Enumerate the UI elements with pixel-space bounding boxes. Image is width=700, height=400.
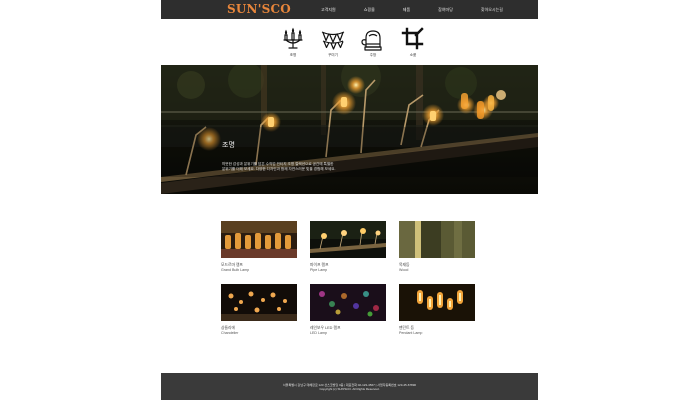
site-logo[interactable]: SUN'SCO [227, 2, 291, 16]
product-card[interactable]: 레인보우 LED 램프 LED Lamp [310, 284, 386, 335]
nav-item-shop[interactable]: 쇼핑몰 [364, 7, 375, 13]
crop-icon [401, 27, 424, 50]
nav-item-support[interactable]: 고객지원 [321, 7, 336, 13]
site-canvas: SUN'SCO 고객지원 쇼핑몰 제품 참여마당 찾아오시는길 조명 꾸미기 주… [161, 0, 538, 400]
footer-copyright: Copyright (c) SUN'SCO. All Rights Reserv… [319, 387, 380, 391]
product-image [221, 221, 297, 258]
hero-title: 조명 [222, 142, 235, 149]
category-lighting[interactable]: 조명 [273, 27, 313, 59]
product-thumbnail[interactable] [221, 221, 297, 258]
main-nav: 고객지원 쇼핑몰 제품 참여마당 찾아오시는길 [321, 0, 531, 19]
product-card[interactable]: 목재등 Wood [399, 221, 475, 272]
oven-mitt-icon [361, 30, 382, 51]
product-card[interactable]: 파이프 램프 Pipe Lamp [310, 221, 386, 272]
candelabra-icon [283, 27, 303, 49]
page: SUN'SCO 고객지원 쇼핑몰 제품 참여마당 찾아오시는길 조명 꾸미기 주… [0, 0, 700, 400]
product-image [399, 221, 475, 258]
product-thumbnail[interactable] [399, 284, 475, 321]
hero-description: 따뜻한 감성과 분위기를 담은 수작업 빈티지 조명 컬렉션으로 공간에 특별한… [222, 162, 336, 171]
product-thumbnail[interactable] [310, 284, 386, 321]
product-image [310, 221, 386, 258]
top-navigation-bar: SUN'SCO 고객지원 쇼핑몰 제품 참여마당 찾아오시는길 [161, 0, 538, 19]
product-subtitle: LED Lamp [310, 330, 327, 335]
product-card[interactable]: 샹들리에 Chandelier [221, 284, 297, 335]
nav-item-products[interactable]: 제품 [403, 7, 410, 13]
hero-banner [161, 65, 538, 194]
category-label: 주방 [369, 53, 377, 57]
category-accessories[interactable]: 소품 [393, 27, 433, 59]
site-footer: 서울특별시 강남구 테헤란로 123 선스코빌딩 3층 | 대표전화 02-12… [161, 373, 538, 400]
category-icon-row: 조명 꾸미기 주방 소품 [273, 27, 433, 59]
product-subtitle: Pipe Lamp [310, 267, 328, 272]
bunting-flags-icon [321, 31, 345, 50]
product-thumbnail[interactable] [221, 284, 297, 321]
product-image [399, 284, 475, 321]
product-subtitle: Pendant Lamp [399, 330, 423, 335]
category-label: 꾸미기 [328, 53, 338, 57]
product-subtitle: Wood [399, 267, 409, 272]
product-card[interactable]: 팬던트 등 Pendant Lamp [399, 284, 475, 335]
category-decoration[interactable]: 꾸미기 [313, 27, 353, 59]
nav-item-location[interactable]: 찾아오시는길 [481, 7, 503, 13]
hero-lamp-photo [161, 65, 538, 194]
product-image [310, 284, 386, 321]
category-label: 소품 [409, 53, 417, 57]
product-image [221, 284, 297, 321]
product-card[interactable]: 모드르마 램프 Grand Bulb Lamp [221, 221, 297, 272]
product-subtitle: Chandelier [221, 330, 239, 335]
product-thumbnail[interactable] [310, 221, 386, 258]
category-label: 조명 [289, 53, 297, 57]
product-subtitle: Grand Bulb Lamp [221, 267, 250, 272]
product-thumbnail[interactable] [399, 221, 475, 258]
category-kitchen[interactable]: 주방 [353, 27, 393, 59]
nav-item-community[interactable]: 참여마당 [438, 7, 453, 13]
